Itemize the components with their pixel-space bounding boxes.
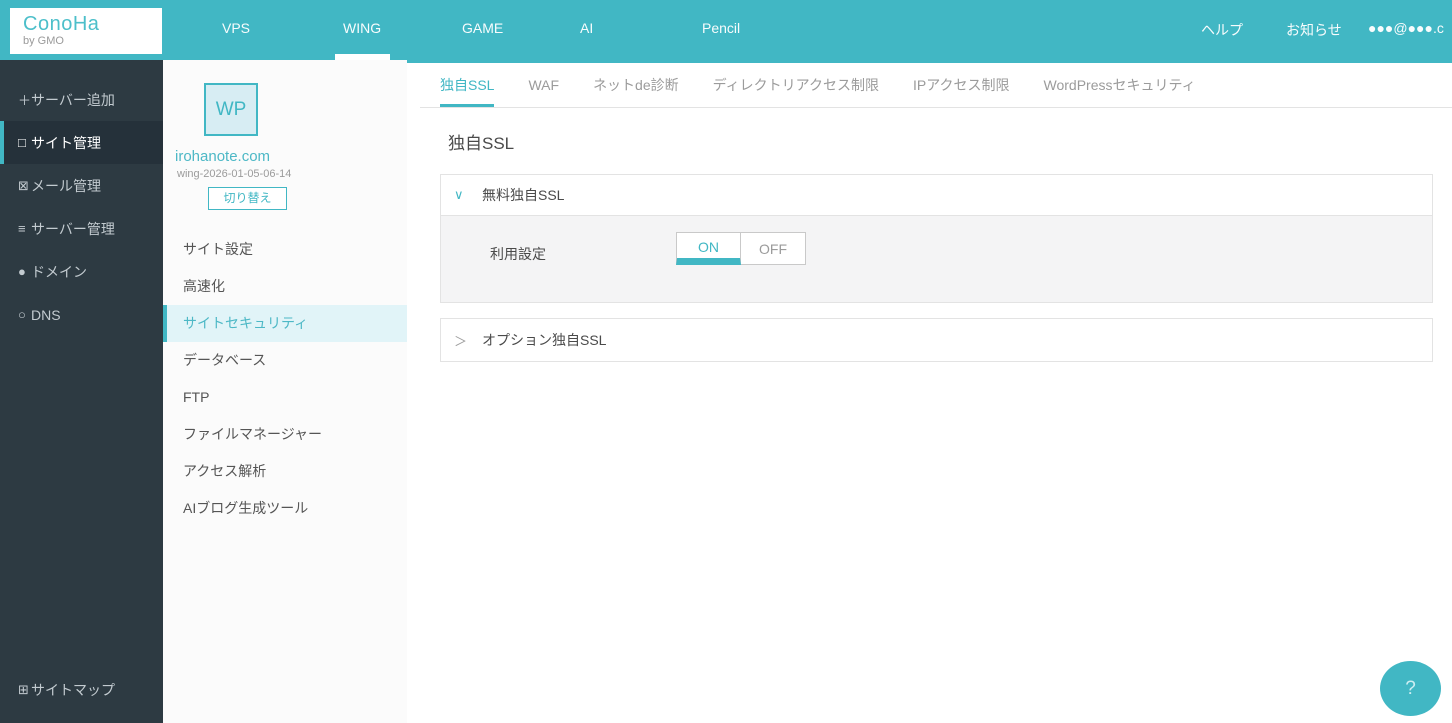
plus-icon: ＋ [18,93,32,108]
switch-site-button[interactable]: 切り替え [208,187,287,210]
help-button[interactable]: ? [1380,661,1441,716]
tab-net-de-diagnosis[interactable]: ネットde診断 [593,63,679,107]
nav-vps[interactable]: VPS [222,20,250,36]
top-header: ConoHa by GMO VPS WING GAME AI Pencil ヘル… [0,0,1452,60]
panel-item-file-manager[interactable]: ファイルマネージャー [163,416,407,453]
security-tabbar: 独自SSL WAF ネットde診断 ディレクトリアクセス制限 IPアクセス制限 … [420,63,1452,108]
sidebar-item-dns[interactable]: ○ DNS [0,293,163,336]
main-content: 独自SSL WAF ネットde診断 ディレクトリアクセス制限 IPアクセス制限 … [407,60,1452,723]
sidebar-item-label: DNS [31,306,61,323]
nav-news[interactable]: お知らせ [1286,20,1342,40]
site-domain-link[interactable]: irohanote.com [175,148,270,165]
logo-name: ConoHa [23,13,100,35]
conoha-logo[interactable]: ConoHa by GMO [10,8,162,54]
tab-directory-access-restriction[interactable]: ディレクトリアクセス制限 [713,63,879,107]
free-ssl-title: 無料独自SSL [482,187,565,203]
panel-item-database[interactable]: データベース [163,342,407,379]
option-ssl-title: オプション独自SSL [482,332,607,348]
chevron-right-icon: ＞ [454,333,468,349]
panel-item-site-settings[interactable]: サイト設定 [163,231,407,268]
site-icon: □ [18,135,26,150]
option-ssl-accordion-header[interactable]: ＞ オプション独自SSL [440,318,1433,362]
nav-pencil[interactable]: Pencil [702,20,740,36]
sidebar-item-add-server[interactable]: ＋ サーバー追加 [0,78,163,121]
toggle-on-button[interactable]: ON [676,232,741,265]
tab-waf[interactable]: WAF [528,63,559,107]
main-sidebar: ＋ サーバー追加 □ サイト管理 ⊠ メール管理 ≡ サーバー管理 ● ドメイン… [0,60,163,723]
sidebar-item-label: メール管理 [31,177,101,194]
usage-setting-label: 利用設定 [490,246,546,262]
logo-subtitle: by GMO [23,35,64,47]
sidebar-item-label: サーバー管理 [31,220,115,237]
panel-item-site-security[interactable]: サイトセキュリティ [163,305,407,342]
sidebar-item-site-management[interactable]: □ サイト管理 [0,121,163,164]
site-panel: WP irohanote.com wing-2026-01-05-06-14 切… [163,60,407,723]
sidebar-item-mail-management[interactable]: ⊠ メール管理 [0,164,163,207]
free-ssl-section: ∨ 無料独自SSL [440,174,1433,216]
free-ssl-accordion-header[interactable]: ∨ 無料独自SSL [441,175,1432,215]
server-icon: ≡ [18,221,26,236]
toggle-off-button[interactable]: OFF [741,232,806,265]
panel-item-speed-up[interactable]: 高速化 [163,268,407,305]
sidebar-item-label: ドメイン [31,263,87,280]
ssl-usage-toggle: ON OFF [676,232,806,265]
sidebar-item-label: サーバー追加 [31,91,115,108]
sidebar-item-server-management[interactable]: ≡ サーバー管理 [0,207,163,250]
sitemap-icon: ⊞ [18,681,29,697]
sidebar-item-label: サイト管理 [31,134,101,151]
mail-icon: ⊠ [18,177,29,193]
tab-ip-access-restriction[interactable]: IPアクセス制限 [913,63,1010,107]
sidebar-item-domain[interactable]: ● ドメイン [0,250,163,293]
domain-icon: ● [18,264,26,279]
chevron-down-icon: ∨ [454,187,464,202]
nav-help[interactable]: ヘルプ [1201,20,1243,40]
panel-item-ftp[interactable]: FTP [163,379,407,416]
wordpress-badge: WP [204,83,258,136]
sidebar-item-label: サイトマップ [31,681,115,698]
tab-wordpress-security[interactable]: WordPressセキュリティ [1044,63,1196,107]
nav-ai[interactable]: AI [580,20,593,36]
dns-icon: ○ [18,307,26,322]
nav-wing[interactable]: WING [343,20,381,36]
server-name: wing-2026-01-05-06-14 [177,168,292,180]
sidebar-item-sitemap[interactable]: ⊞ サイトマップ [0,668,163,711]
page-title: 独自SSL [448,134,515,153]
nav-game[interactable]: GAME [462,20,503,36]
tab-own-ssl[interactable]: 独自SSL [440,63,495,107]
account-menu[interactable]: ●●●@●●●.c [1368,20,1444,36]
free-ssl-accordion-body: 利用設定 ON OFF [440,216,1433,303]
panel-item-access-analytics[interactable]: アクセス解析 [163,453,407,490]
panel-item-ai-blog-tool[interactable]: AIブログ生成ツール [163,490,407,527]
